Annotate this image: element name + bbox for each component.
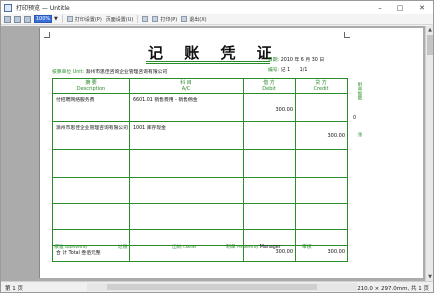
toolbar: 100% ▼ 打印设置(P) 页面设置(U) 打印(P) 退出(X) xyxy=(1,14,433,25)
status-bar: 第 1 页 210.0 × 297.0mm, 共 1 页 xyxy=(1,281,433,292)
table-row-1-summary: 付招聘网络服务费 xyxy=(56,98,95,103)
scroll-up-icon[interactable]: ▲ xyxy=(426,26,434,34)
company-label: 核算单位 xyxy=(52,70,72,75)
toolbar-separator xyxy=(61,15,63,23)
footer-cashier: 出纳 Cashier xyxy=(172,243,196,250)
header-account: 科 目 A/C xyxy=(129,80,243,92)
row-divider xyxy=(53,149,347,150)
column-divider xyxy=(295,79,296,261)
toolbar-separator xyxy=(137,15,139,23)
prepared-label-en: Prepared by xyxy=(237,245,259,249)
grid-toggle-button[interactable] xyxy=(142,16,149,22)
crop-mark xyxy=(344,32,350,38)
page-settings-button[interactable]: 页面设置(U) xyxy=(106,16,134,23)
scroll-down-icon[interactable]: ▼ xyxy=(426,273,434,281)
footer-approved: 核准 Approved by xyxy=(54,243,87,250)
table-row-1-debit: 300.00 xyxy=(275,107,294,113)
print-preview-window: 打印预览 — Untitle – □ ✕ 100% ▼ 打印设置(P) 页面设置… xyxy=(0,0,434,293)
total-label: 合 计 Total 叁佰元整 xyxy=(56,249,101,256)
header-summary: 摘 要 Description xyxy=(53,80,129,92)
page-settings-label: 页面设置(U) xyxy=(105,16,134,23)
footer-prepared: 制单 Prepared by Manager xyxy=(226,243,281,250)
status-paper: 210.0 × 297.0mm, 共 1 页 xyxy=(357,286,429,292)
voucher-title: 记 账 凭 证 xyxy=(148,44,280,62)
printer-icon xyxy=(152,16,159,22)
print-settings-button[interactable]: 打印设置(P) xyxy=(66,16,102,23)
footer-posted: 过账 xyxy=(118,245,128,250)
first-page-icon[interactable] xyxy=(4,15,11,23)
attachment-unit: 张 xyxy=(357,132,362,137)
print-label: 打印(P) xyxy=(160,16,178,23)
voucher-page: 记 账 凭 证 核算单位 Unit: 滁州市思佳咨询企业管理咨询有限公司 日期:… xyxy=(39,28,423,278)
maximize-button[interactable]: □ xyxy=(391,1,409,14)
ledger-table: 摘 要 Description 科 目 A/C 借 方 Debit 贷 方 Cr… xyxy=(52,78,348,262)
header-debit-en: Debit xyxy=(262,85,276,92)
company-label-en: Unit: xyxy=(72,70,85,75)
scroll-thumb[interactable] xyxy=(427,35,433,55)
attachment-label: 附单据数 xyxy=(357,82,362,100)
approved-label-en: Approved by xyxy=(65,245,88,249)
exit-button[interactable]: 退出(X) xyxy=(181,16,207,23)
exit-icon xyxy=(181,16,188,22)
zoom-select[interactable]: 100% xyxy=(34,15,52,23)
row-divider xyxy=(53,93,347,94)
print-button[interactable]: 打印(P) xyxy=(152,16,177,23)
date-value: 2010 年 6 月 30 日 xyxy=(280,58,325,63)
prepared-value: Manager xyxy=(259,245,281,250)
horizontal-scrollbar[interactable] xyxy=(87,283,357,291)
status-page: 第 1 页 xyxy=(5,286,23,292)
number-label: 编号: xyxy=(268,68,280,73)
footer-audit: 审核 xyxy=(302,245,312,250)
table-row-2-credit: 300.00 xyxy=(327,133,346,139)
minimize-button[interactable]: – xyxy=(371,1,389,14)
exit-label: 退出(X) xyxy=(189,16,207,23)
table-row-2-account: 1001 库存现金 xyxy=(133,126,166,131)
column-divider xyxy=(129,79,130,261)
app-icon xyxy=(4,3,12,12)
hscroll-thumb[interactable] xyxy=(107,284,317,290)
title-underline xyxy=(146,61,270,64)
header-debit: 借 方 Debit xyxy=(243,80,295,92)
table-row-2-summary: 滁州市思佳企业管理咨询有限公司 xyxy=(56,126,128,131)
crop-mark xyxy=(44,32,50,38)
header-summary-en: Description xyxy=(76,85,106,92)
row-divider xyxy=(53,177,347,178)
cashier-label: 出纳 xyxy=(172,245,182,250)
chevron-down-icon[interactable]: ▼ xyxy=(54,16,58,22)
cashier-label-en: Cashier xyxy=(183,245,197,249)
settings-icon xyxy=(66,16,73,22)
close-button[interactable]: ✕ xyxy=(413,1,431,14)
row-divider xyxy=(53,203,347,204)
window-title: 打印预览 — Untitle xyxy=(16,5,70,12)
preview-canvas: 记 账 凭 证 核算单位 Unit: 滁州市思佳咨询企业管理咨询有限公司 日期:… xyxy=(1,26,425,281)
company-line: 核算单位 Unit: 滁州市思佳咨询企业管理咨询有限公司 xyxy=(52,68,167,75)
approved-label: 核准 xyxy=(54,245,64,250)
header-credit: 贷 方 Credit xyxy=(295,80,347,92)
vertical-scrollbar[interactable]: ▲ ▼ xyxy=(425,26,433,281)
print-settings-label: 打印设置(P) xyxy=(74,16,102,23)
next-page-icon[interactable] xyxy=(24,15,31,23)
table-row-1-account: 6601.01 销售费用 - 销售佣金 xyxy=(133,98,198,103)
header-account-en: A/C xyxy=(181,85,191,92)
prev-page-icon[interactable] xyxy=(14,15,21,23)
grid-icon xyxy=(142,16,149,22)
date-label: 日期: xyxy=(268,58,280,63)
header-credit-en: Credit xyxy=(313,85,329,92)
column-divider xyxy=(243,79,244,261)
number-line: 编号: 记 1 1/1 xyxy=(268,66,307,73)
row-divider xyxy=(53,229,347,230)
date-line: 日期: 2010 年 6 月 30 日 xyxy=(268,56,324,63)
total-label-text: 合 计 Total xyxy=(56,251,80,256)
total-words: 叁佰元整 xyxy=(81,251,101,256)
row-divider xyxy=(53,121,347,122)
number-value: 记 1 xyxy=(280,68,291,73)
prepared-label: 制单 xyxy=(226,245,236,250)
company-name: 滁州市思佳咨询企业管理咨询有限公司 xyxy=(85,70,168,75)
title-bar: 打印预览 — Untitle – □ ✕ xyxy=(1,1,433,14)
attachment-count: 0 xyxy=(353,116,357,121)
page-counter: 1/1 xyxy=(299,68,308,73)
